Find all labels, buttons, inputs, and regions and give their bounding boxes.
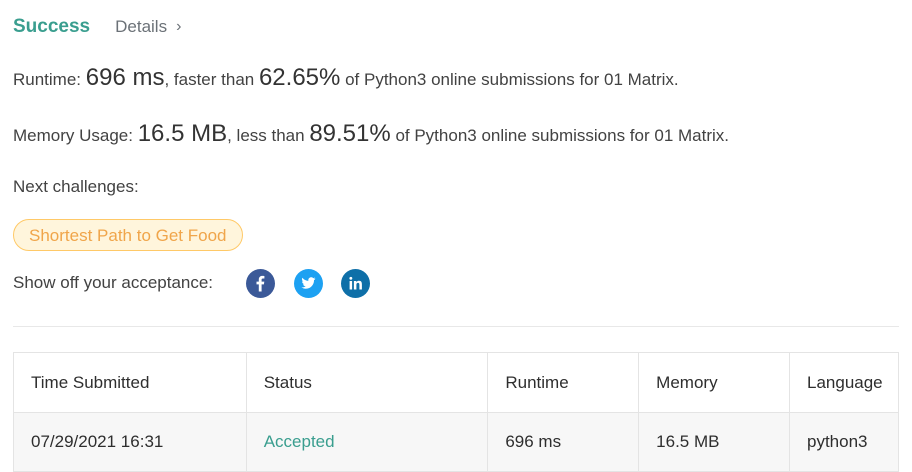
memory-percentile: 89.51% [309, 120, 391, 147]
chevron-right-icon: › [176, 18, 182, 35]
status-accepted-link[interactable]: Accepted [264, 432, 335, 451]
submissions-table: Time Submitted Status Runtime Memory Lan… [13, 352, 899, 472]
section-divider [13, 326, 899, 327]
runtime-summary: Runtime: 696 ms, faster than 62.65% of P… [13, 64, 679, 92]
cell-memory: 16.5 MB [638, 412, 790, 472]
cell-time-submitted: 07/29/2021 16:31 [13, 412, 247, 472]
linkedin-icon[interactable] [341, 268, 371, 298]
facebook-icon[interactable] [246, 268, 276, 298]
runtime-value: 696 ms [85, 64, 165, 91]
column-header-runtime: Runtime [487, 352, 640, 413]
memory-summary: Memory Usage: 16.5 MB, less than 89.51% … [13, 120, 729, 148]
cell-language: python3 [789, 412, 899, 472]
details-link[interactable]: Details › [115, 17, 181, 37]
memory-suffix: of Python3 online submissions for 01 Mat… [390, 126, 729, 145]
runtime-suffix: of Python3 online submissions for 01 Mat… [340, 70, 679, 89]
runtime-percentile: 62.65% [258, 64, 341, 91]
column-header-status: Status [245, 352, 489, 413]
next-challenges-label: Next challenges: [13, 177, 139, 196]
cell-status: Accepted [245, 412, 489, 472]
share-row: Show off your acceptance: [13, 268, 371, 298]
share-label: Show off your acceptance: [13, 273, 214, 292]
runtime-middle-text: , faster than [164, 70, 259, 89]
column-header-time-submitted: Time Submitted [13, 352, 247, 413]
table-row: 07/29/2021 16:31 Accepted 696 ms 16.5 MB… [13, 412, 899, 472]
twitter-icon[interactable] [294, 268, 324, 298]
success-status: Success [13, 16, 91, 37]
runtime-label: Runtime: [13, 70, 86, 89]
cell-runtime: 696 ms [487, 412, 640, 472]
memory-label: Memory Usage: [13, 126, 138, 145]
details-label: Details [115, 17, 168, 36]
column-header-memory: Memory [638, 352, 790, 413]
table-header-row: Time Submitted Status Runtime Memory Lan… [13, 352, 899, 413]
memory-middle-text: , less than [227, 126, 310, 145]
memory-value: 16.5 MB [137, 120, 228, 147]
challenge-shortest-path-to-get-food[interactable]: Shortest Path to Get Food [13, 219, 243, 251]
column-header-language: Language [789, 352, 899, 413]
result-header: Success Details › [13, 14, 181, 40]
